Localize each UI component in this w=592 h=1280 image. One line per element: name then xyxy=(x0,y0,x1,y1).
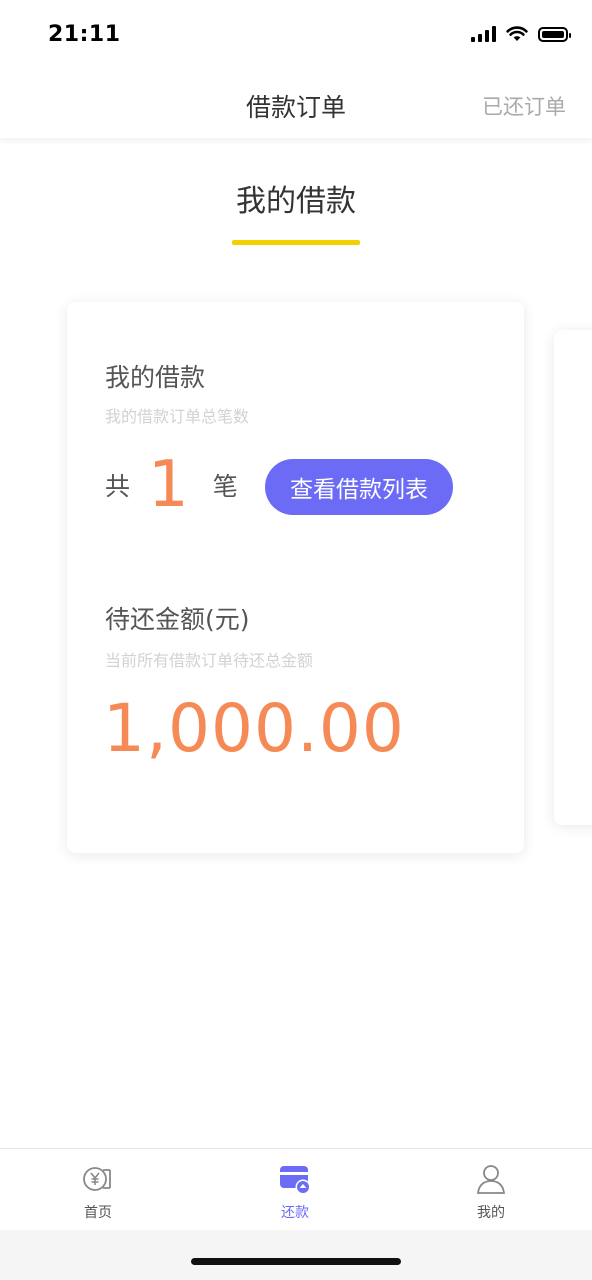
tab-home-label: 首页 xyxy=(84,1205,112,1221)
yen-coin-icon xyxy=(83,1167,111,1191)
loan-count-row: 共 1 笔 xyxy=(105,452,238,518)
battery-icon xyxy=(538,26,571,42)
loans-title: 我的借款 xyxy=(105,363,206,392)
tab-active-indicator xyxy=(232,240,360,245)
wallet-repay-icon xyxy=(280,1166,311,1195)
tab-repay-label: 还款 xyxy=(281,1205,309,1221)
view-loan-list-button[interactable]: 查看借款列表 xyxy=(265,459,453,515)
count-suffix: 笔 xyxy=(212,472,238,501)
wifi-icon xyxy=(506,26,528,41)
nav-bar: 借款订单 已还订单 xyxy=(0,72,592,138)
status-bar: 21:11 xyxy=(0,0,592,72)
tab-label: 我的借款 xyxy=(236,184,356,219)
pending-amount: 1,000.00 xyxy=(103,690,405,767)
home-indicator[interactable] xyxy=(191,1258,401,1265)
status-time: 21:11 xyxy=(48,22,121,47)
repaid-orders-link[interactable]: 已还订单 xyxy=(482,91,566,121)
home-indicator-area xyxy=(0,1230,592,1280)
person-icon xyxy=(476,1165,506,1194)
loan-summary-card: 我的借款 我的借款订单总笔数 共 1 笔 查看借款列表 待还金额(元) 当前所有… xyxy=(67,302,524,853)
status-icons xyxy=(471,26,571,42)
cellular-signal-icon xyxy=(471,26,496,42)
next-card-peek[interactable] xyxy=(554,330,592,825)
tab-home[interactable]: 首页 xyxy=(23,1149,173,1231)
pending-subtitle: 当前所有借款订单待还总金额 xyxy=(105,651,314,670)
bottom-tab-bar: 首页 还款 我的 xyxy=(0,1148,592,1231)
count-prefix: 共 xyxy=(105,472,131,501)
tab-mine[interactable]: 我的 xyxy=(416,1149,566,1231)
tab-my-loans[interactable]: 我的借款 xyxy=(0,176,592,245)
pending-title: 待还金额(元) xyxy=(105,605,250,634)
tab-repay[interactable]: 还款 xyxy=(220,1149,370,1231)
tab-mine-label: 我的 xyxy=(477,1205,505,1221)
loans-subtitle: 我的借款订单总笔数 xyxy=(105,407,250,426)
loan-count: 1 xyxy=(148,448,189,522)
